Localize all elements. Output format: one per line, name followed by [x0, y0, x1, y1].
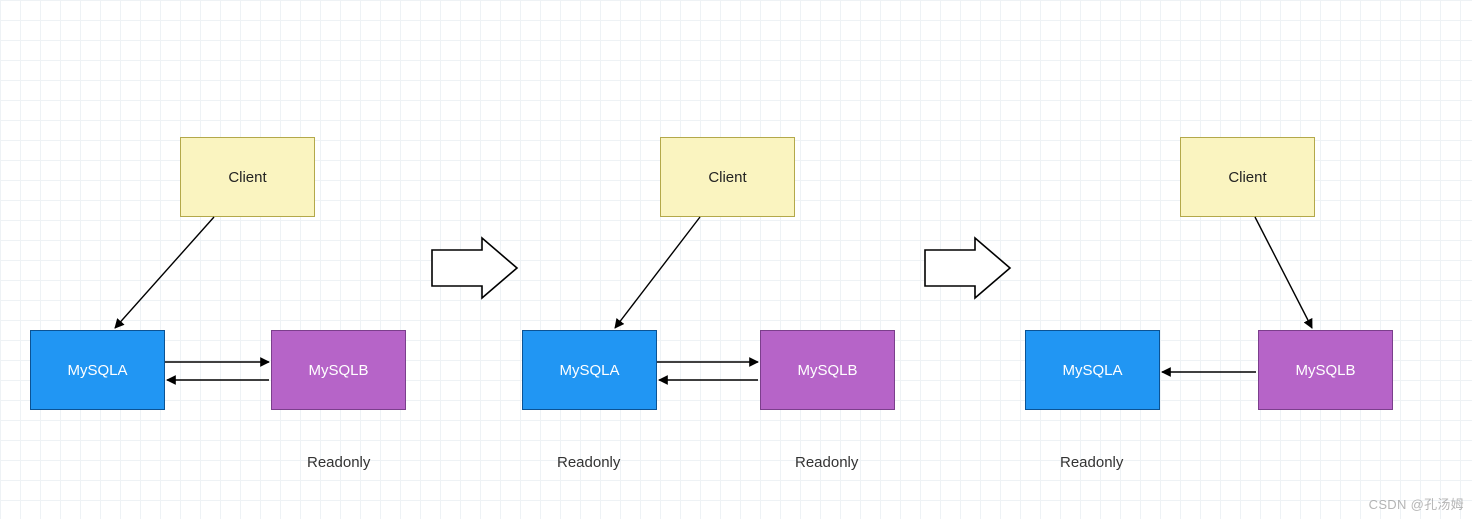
stage1-client-box: Client [180, 137, 315, 217]
stage2-readonly-label-b: Readonly [795, 454, 858, 471]
stage1-client-label: Client [228, 169, 266, 186]
stage3-mysqlb-label: MySQLB [1295, 362, 1355, 379]
diagram-canvas: Client MySQLA MySQLB Readonly Client MyS… [0, 0, 1472, 519]
stage2-mysqlb-box: MySQLB [760, 330, 895, 410]
transition-arrow-1 [432, 238, 517, 298]
transition-arrow-2 [925, 238, 1010, 298]
stage3-client-label: Client [1228, 169, 1266, 186]
watermark: CSDN @孔汤姆 [1369, 494, 1464, 513]
stage1-mysqla-box: MySQLA [30, 330, 165, 410]
stage2-client-box: Client [660, 137, 795, 217]
stage3-readonly-label: Readonly [1060, 454, 1123, 471]
stage2-client-label: Client [708, 169, 746, 186]
stage3-client-box: Client [1180, 137, 1315, 217]
stage1-mysqla-label: MySQLA [67, 362, 127, 379]
stage2-readonly-label-a: Readonly [557, 454, 620, 471]
stage3-mysqlb-box: MySQLB [1258, 330, 1393, 410]
stage3-client-to-mysqlb-arrow [1255, 217, 1312, 328]
stage2-mysqla-label: MySQLA [559, 362, 619, 379]
stage1-mysqlb-label: MySQLB [308, 362, 368, 379]
stage1-client-to-mysqla-arrow [115, 217, 214, 328]
stage2-mysqla-box: MySQLA [522, 330, 657, 410]
stage3-mysqla-box: MySQLA [1025, 330, 1160, 410]
stage1-readonly-label: Readonly [307, 454, 370, 471]
stage2-mysqlb-label: MySQLB [797, 362, 857, 379]
stage3-mysqla-label: MySQLA [1062, 362, 1122, 379]
stage1-mysqlb-box: MySQLB [271, 330, 406, 410]
stage2-client-to-mysqla-arrow [615, 217, 700, 328]
arrows-overlay [0, 0, 1472, 519]
